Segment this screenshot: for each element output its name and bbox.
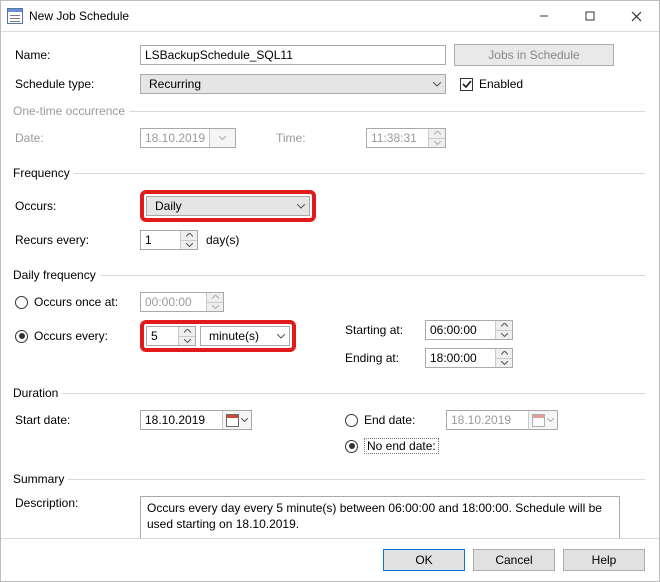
chevron-up-icon[interactable] [496,321,512,330]
one-time-time-value: 11:38:31 [367,129,428,147]
end-date-input: 18.10.2019 [446,410,558,430]
recurs-every-input[interactable]: 1 [140,230,198,250]
duration-legend: Duration [13,386,62,400]
schedule-type-combo[interactable]: Recurring [140,74,446,94]
occurs-once-label: Occurs once at: [34,295,140,309]
schedule-type-label: Schedule type: [15,77,140,91]
occurs-once-time-value: 00:00:00 [141,293,206,311]
chevron-up-icon[interactable] [181,231,197,240]
frequency-legend: Frequency [13,166,74,180]
minimize-button[interactable] [521,1,567,31]
schedule-icon [7,8,23,24]
chevron-up-icon [429,129,445,138]
days-unit-label: day(s) [206,233,239,247]
daily-frequency-group: Daily frequency Occurs once at: 00:00:00 [15,268,645,376]
one-time-date-input: 18.10.2019 [140,128,236,148]
jobs-in-schedule-button[interactable]: Jobs in Schedule [454,44,614,66]
cancel-button[interactable]: Cancel [473,549,555,571]
occurs-combo[interactable]: Daily [146,196,310,216]
starting-at-value: 06:00:00 [426,321,495,339]
window-title: New Job Schedule [29,9,129,23]
enabled-label: Enabled [479,77,523,91]
highlight-occurs-every: 5 minute(s) [140,320,296,352]
maximize-button[interactable] [567,1,613,31]
calendar-icon [532,414,545,427]
daily-frequency-legend: Daily frequency [13,268,100,282]
one-time-date-value: 18.10.2019 [141,129,209,147]
chevron-up-icon[interactable] [179,327,195,336]
chevron-down-icon [207,302,223,312]
schedule-type-value: Recurring [145,77,428,91]
chevron-down-icon [428,75,445,93]
starting-at-input[interactable]: 06:00:00 [425,320,513,340]
chevron-down-icon [429,138,445,148]
chevron-down-icon[interactable] [181,240,197,250]
calendar-icon [226,414,239,427]
close-button[interactable] [613,1,659,31]
chevron-down-icon [272,327,289,345]
time-label: Time: [276,131,366,145]
start-date-label: Start date: [15,413,140,427]
no-end-date-label: No end date: [364,438,439,454]
chevron-up-icon[interactable] [496,349,512,358]
occurs-every-unit-value: minute(s) [205,329,272,343]
duration-group: Duration Start date: 18.10.2019 [15,386,645,462]
starting-at-label: Starting at: [345,323,425,337]
occurs-every-unit-combo[interactable]: minute(s) [200,326,290,346]
highlight-occurs: Daily [140,190,316,222]
summary-group: Summary Description: [15,472,645,538]
frequency-group: Frequency Occurs: Daily Recurs every: 1 [15,166,645,258]
enabled-checkbox[interactable]: Enabled [460,77,523,91]
occurs-every-label: Occurs every: [34,329,140,343]
end-date-value: 18.10.2019 [447,411,528,429]
occurs-value: Daily [151,199,292,213]
one-time-time-input: 11:38:31 [366,128,446,148]
chevron-down-icon[interactable] [496,330,512,340]
start-date-value: 18.10.2019 [141,411,222,429]
start-date-input[interactable]: 18.10.2019 [140,410,252,430]
occurs-every-radio[interactable] [15,330,28,343]
ok-button[interactable]: OK [383,549,465,571]
ending-at-input[interactable]: 18:00:00 [425,348,513,368]
dialog-window: New Job Schedule Name: Jobs in Schedule … [0,0,660,582]
chevron-down-icon[interactable] [179,336,195,346]
chevron-down-icon [292,197,309,215]
name-input[interactable] [140,45,446,65]
titlebar: New Job Schedule [1,1,659,32]
date-label: Date: [15,131,140,145]
occurs-every-value-input[interactable]: 5 [146,326,196,346]
occurs-once-time-input: 00:00:00 [140,292,224,312]
one-time-legend: One-time occurrence [13,104,129,118]
ending-at-label: Ending at: [345,351,425,365]
chevron-down-icon[interactable] [496,358,512,368]
check-icon [460,78,473,91]
recurs-every-value: 1 [141,231,180,249]
ending-at-value: 18:00:00 [426,349,495,367]
occurs-label: Occurs: [15,199,140,213]
one-time-group: One-time occurrence Date: 18.10.2019 Tim… [15,104,645,156]
end-date-label: End date: [364,413,446,427]
chevron-down-icon [547,418,554,422]
end-date-radio[interactable] [345,414,358,427]
help-button[interactable]: Help [563,549,645,571]
summary-legend: Summary [13,472,68,486]
occurs-every-value-text: 5 [147,327,178,345]
recurs-every-label: Recurs every: [15,233,140,247]
occurs-once-radio[interactable] [15,296,28,309]
dialog-footer: OK Cancel Help [1,538,659,581]
chevron-down-icon [241,418,248,422]
description-label: Description: [15,496,140,510]
name-label: Name: [15,48,140,62]
chevron-up-icon [207,293,223,302]
description-text[interactable] [140,496,620,538]
chevron-down-icon [209,129,235,147]
no-end-date-radio[interactable] [345,440,358,453]
